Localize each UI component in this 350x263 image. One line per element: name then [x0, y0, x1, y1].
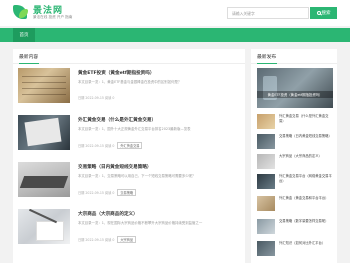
site-subtitle: 景法在线 投资 开户 指南 [33, 15, 73, 19]
article-tag[interactable]: 大宗商品 [117, 236, 137, 243]
featured-post[interactable]: 黄金ETF投资（黄金etf期指投资吗） [257, 68, 333, 108]
nav-bar: 首页 [0, 28, 350, 42]
sidebar-thumbnail[interactable] [257, 154, 275, 169]
sidebar-post-title[interactable]: 外汇黄金交易（什么是外汇黄金交易） [279, 114, 333, 123]
article-item[interactable]: 外汇黄金交易（什么是外汇黄金交易） 本文目录一览：1、国外十大正规黄金外汇交易平… [18, 115, 240, 157]
article-thumbnail[interactable] [18, 209, 70, 244]
sidebar-post[interactable]: 外汇黄金交易平台（网络黄金交易平台） [257, 174, 333, 194]
nav-item-home[interactable]: 首页 [13, 28, 35, 42]
article-date: 日期 2022-09-15 阅读 0 [78, 191, 115, 195]
search-button[interactable]: 搜索 [310, 7, 337, 19]
sidebar-thumbnail[interactable] [257, 241, 275, 256]
article-item[interactable]: 交易策略（日内黄金短线交易策略） 本文目录一览：1、交易策略可以用自己，下一个短… [18, 162, 240, 204]
article-thumbnail[interactable] [18, 68, 70, 103]
article-desc: 本文目录一览：1、黄金ETF基金与金银棒金在投资中的区别如何是？ [78, 80, 182, 84]
sidebar-post[interactable]: 大宗商品（大宗商品的定义） [257, 154, 333, 174]
sidebar-post[interactable]: 外汇黄金（黄金交易和平台平台） [257, 196, 333, 216]
featured-caption[interactable]: 黄金ETF投资（黄金etf期指投资吗） [257, 91, 333, 98]
sidebar-post-title[interactable]: 交易策略（日内黄金短线交易策略） [279, 134, 333, 139]
sidebar-thumbnail[interactable] [257, 196, 275, 211]
site-header: 景法网 景法在线 投资 开户 指南 请输入关键字 搜索 [0, 0, 350, 26]
search-icon [316, 11, 321, 15]
sidebar-post[interactable]: 外汇知识（如何对比外汇平台） [257, 241, 333, 261]
article-meta: 日期 2022-09-15 阅读 0 [78, 95, 114, 100]
sidebar: 最新发布 黄金ETF投资（黄金etf期指投资吗） 外汇黄金交易（什么是外汇黄金交… [251, 49, 337, 263]
article-desc: 本文目录一览：1、国外十大正规黄金外汇交易平台排名2023最新版—览表 [78, 127, 191, 131]
sidebar-post[interactable]: 外汇黄金交易（什么是外汇黄金交易） [257, 114, 333, 134]
sidebar-thumbnail[interactable] [257, 219, 275, 234]
article-thumbnail[interactable] [18, 162, 70, 197]
article-title[interactable]: 大宗商品（大宗商品的定义） [78, 211, 138, 217]
sidebar-post[interactable]: 交易策略（数字量要怎样交易呢） [257, 219, 333, 239]
article-item[interactable]: 黄金ETF投资（黄金etf期指投资吗） 本文目录一览：1、黄金ETF基金与金银棒… [18, 68, 240, 110]
article-meta: 日期 2022-09-15 阅读 0 交易策略 [78, 189, 137, 196]
sidebar-post-title[interactable]: 外汇知识（如何对比外汇平台） [279, 241, 333, 246]
article-meta: 日期 2022-09-15 阅读 0 大宗商品 [78, 236, 137, 243]
article-date: 日期 2022-09-15 阅读 0 [78, 238, 115, 242]
article-title[interactable]: 外汇黄金交易（什么是外汇黄金交易） [78, 117, 156, 123]
leaf-logo-icon[interactable] [13, 4, 31, 20]
sidebar-post-title[interactable]: 外汇黄金交易平台（网络黄金交易平台） [279, 174, 333, 183]
article-tag[interactable]: 交易策略 [117, 189, 137, 196]
article-title[interactable]: 交易策略（日内黄金短线交易策略） [78, 164, 152, 170]
article-date: 日期 2022-09-15 阅读 0 [78, 96, 115, 100]
article-thumbnail[interactable] [18, 115, 70, 150]
article-tag[interactable]: 外汇黄金交易 [117, 142, 143, 149]
sidebar-thumbnail[interactable] [257, 134, 275, 149]
sidebar-post-title[interactable]: 外汇黄金（黄金交易和平台平台） [279, 196, 333, 201]
sidebar-post-title[interactable]: 交易策略（数字量要怎样交易呢） [279, 219, 333, 224]
sidebar-thumbnail[interactable] [257, 114, 275, 129]
sidebar-title: 最新发布 [251, 49, 337, 64]
article-desc: 本文目录一览：1、交易策略可以用自己，下一个短线交易策略可需要多少呢？ [78, 174, 196, 178]
sidebar-thumbnail[interactable] [257, 174, 275, 189]
sidebar-post[interactable]: 交易策略（日内黄金短线交易策略） [257, 134, 333, 154]
article-title[interactable]: 黄金ETF投资（黄金etf期指投资吗） [78, 70, 154, 76]
article-desc: 本文目录一览：1、现在国际大宗商品价格不断攀升大宗商品价格持续受到监管之一 [78, 221, 203, 225]
main-content: 最新内容 黄金ETF投资（黄金etf期指投资吗） 本文目录一览：1、黄金ETF基… [13, 49, 245, 263]
search-input[interactable]: 请输入关键字 [227, 7, 309, 19]
search-button-label: 搜索 [321, 11, 331, 16]
article-date: 日期 2022-09-15 阅读 0 [78, 144, 115, 148]
section-title: 最新内容 [13, 49, 245, 64]
article-meta: 日期 2022-09-15 阅读 0 外汇黄金交易 [78, 142, 143, 149]
sidebar-post-title[interactable]: 大宗商品（大宗商品的定义） [279, 154, 333, 159]
article-item[interactable]: 大宗商品（大宗商品的定义） 本文目录一览：1、现在国际大宗商品价格不断攀升大宗商… [18, 209, 240, 251]
